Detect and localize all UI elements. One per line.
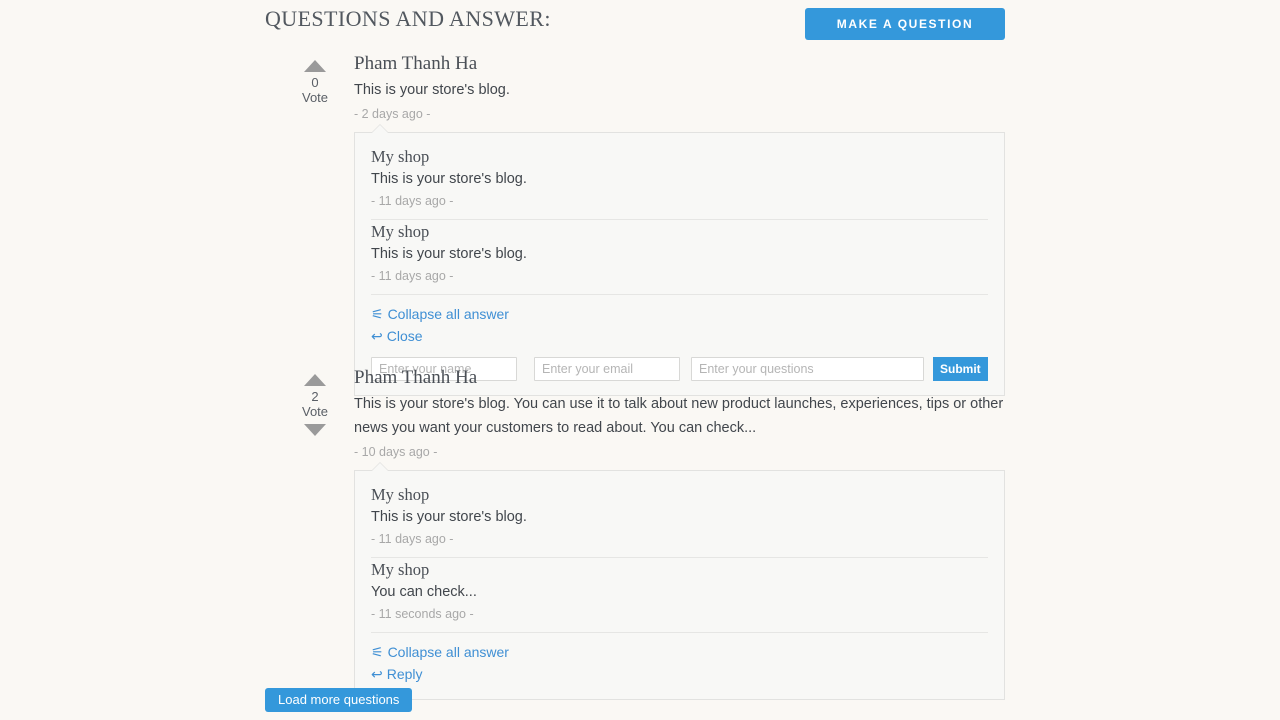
question-timestamp: - 10 days ago - — [354, 445, 438, 459]
reply-arrow-icon: ↩ — [371, 666, 383, 682]
answer-item: My shop This is your store's blog. - 11 … — [371, 145, 988, 220]
vote-count: 2 — [311, 389, 319, 404]
question-author: Pham Thanh Ha — [354, 367, 478, 388]
close-label: Close — [386, 328, 423, 344]
answer-text: This is your store's blog. — [371, 246, 527, 262]
vote-widget: 2 Vote — [287, 374, 343, 436]
collapse-all-answer-label: Collapse all answer — [387, 306, 509, 322]
collapse-all-answer-label: Collapse all answer — [387, 644, 509, 660]
answer-author: My shop — [371, 147, 430, 166]
question-body: Pham Thanh Ha This is your store's blog.… — [354, 366, 1005, 700]
chevron-double-up-icon: ⚟ — [371, 306, 384, 322]
triangle-up-icon[interactable] — [304, 60, 326, 72]
question-author: Pham Thanh Ha — [354, 53, 478, 74]
triangle-up-icon[interactable] — [304, 374, 326, 386]
qa-header: QUESTIONS AND ANSWER: MAKE A QUESTION — [265, 0, 1005, 48]
chevron-double-up-icon: ⚟ — [371, 644, 384, 660]
vote-count: 0 — [311, 75, 319, 90]
answer-text: You can check... — [371, 584, 477, 600]
make-a-question-button[interactable]: MAKE A QUESTION — [805, 8, 1005, 40]
answers-box: My shop This is your store's blog. - 11 … — [354, 462, 1005, 700]
answer-item: My shop This is your store's blog. - 11 … — [371, 483, 988, 558]
answer-item: My shop You can check... - 11 seconds ag… — [371, 558, 988, 633]
vote-label: Vote — [301, 90, 329, 105]
vote-widget: 0 Vote — [287, 60, 343, 106]
reply-label: Reply — [386, 666, 423, 682]
triangle-down-icon[interactable] — [304, 424, 326, 436]
question-text: This is your store's blog. You can use i… — [354, 396, 1004, 436]
question-body: Pham Thanh Ha This is your store's blog.… — [354, 52, 1005, 396]
answer-author: My shop — [371, 560, 430, 579]
answer-author: My shop — [371, 485, 430, 504]
vote-label: Vote — [301, 404, 329, 419]
answer-actions: ⚟ Collapse all answer ↩ Reply — [371, 633, 988, 685]
page-title: QUESTIONS AND ANSWER: — [265, 6, 551, 31]
reply-arrow-icon: ↩ — [371, 328, 383, 344]
answers-box: My shop This is your store's blog. - 11 … — [354, 124, 1005, 396]
answer-timestamp: - 11 days ago - — [371, 269, 454, 283]
answer-timestamp: - 11 days ago - — [371, 194, 454, 208]
reply-link[interactable]: ↩ Reply — [371, 663, 988, 685]
collapse-all-answer-link[interactable]: ⚟ Collapse all answer — [371, 641, 988, 663]
close-link[interactable]: ↩ Close — [371, 325, 988, 347]
question-text: This is your store's blog. — [354, 82, 510, 98]
answer-item: My shop This is your store's blog. - 11 … — [371, 220, 988, 295]
load-more-questions-button[interactable]: Load more questions — [265, 688, 413, 712]
answer-timestamp: - 11 seconds ago - — [371, 607, 474, 621]
answer-text: This is your store's blog. — [371, 509, 527, 525]
answer-timestamp: - 11 days ago - — [371, 532, 454, 546]
answer-text: This is your store's blog. — [371, 171, 527, 187]
answer-actions: ⚟ Collapse all answer ↩ Close — [371, 295, 988, 347]
qa-page: QUESTIONS AND ANSWER: MAKE A QUESTION 0 … — [0, 0, 1280, 720]
answer-author: My shop — [371, 222, 430, 241]
collapse-all-answer-link[interactable]: ⚟ Collapse all answer — [371, 303, 988, 325]
question-timestamp: - 2 days ago - — [354, 107, 431, 121]
